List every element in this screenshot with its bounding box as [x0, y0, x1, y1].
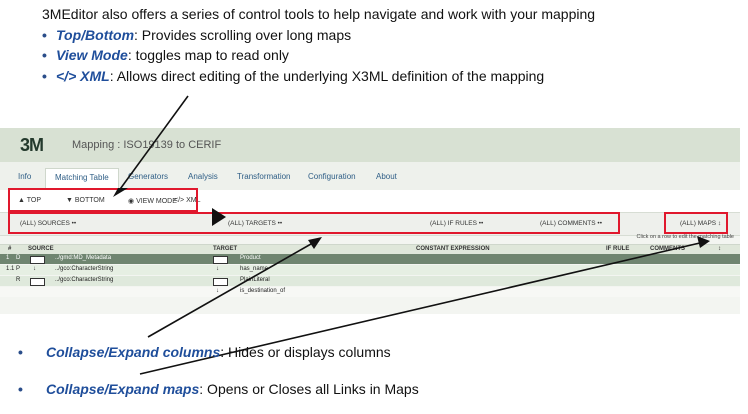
cursor-icon [212, 208, 226, 226]
arrowhead-icon [308, 237, 322, 249]
bullet-term: Collapse/Expand maps [46, 381, 200, 397]
bullet-desc: : Hides or displays columns [220, 344, 391, 360]
bullet-collapse-maps: • Collapse/Expand maps: Opens or Closes a… [18, 381, 419, 397]
arrow-line [117, 95, 189, 193]
bullet-desc: : Opens or Closes all Links in Maps [199, 381, 419, 397]
bullet-term: Collapse/Expand columns [46, 344, 221, 360]
arrow-line [147, 239, 319, 338]
arrowhead-icon [113, 188, 128, 197]
bullet-collapse-columns: • Collapse/Expand columns: Hides or displ… [18, 344, 391, 360]
bullet-dot-icon: • [18, 344, 23, 360]
bullet-dot-icon: • [18, 381, 23, 397]
arrowhead-icon [697, 236, 710, 248]
